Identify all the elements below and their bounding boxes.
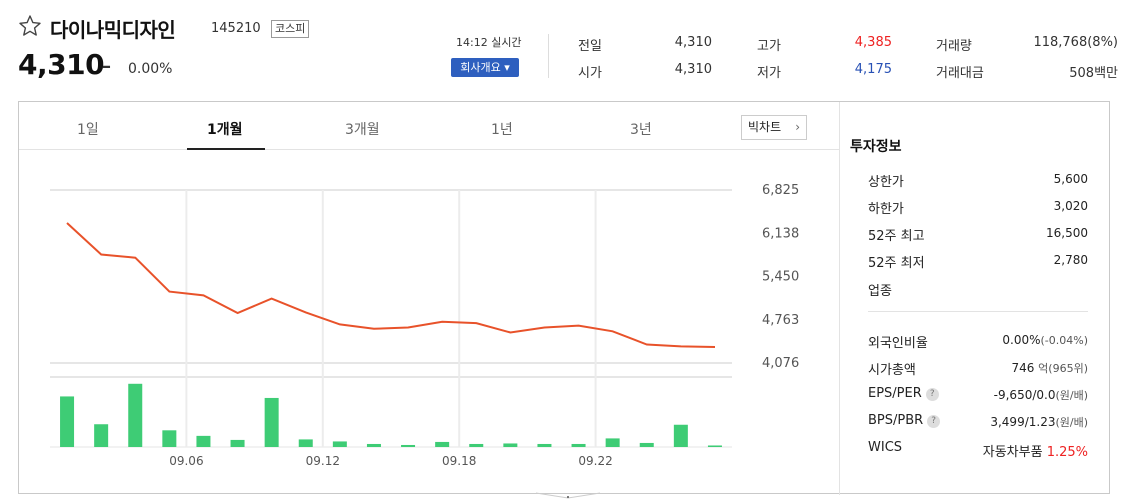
tab-1day[interactable]: 1일 [77,119,99,139]
upper-limit-value: 5,600 [1053,172,1088,186]
tab-1year[interactable]: 1년 [491,119,513,139]
bigchart-label: 빅차트 [748,120,782,134]
change-rate: 0.00% [128,61,173,77]
market-cap: 746 [1011,361,1035,375]
industry-label: 업종 [868,284,892,299]
tab-3month[interactable]: 3개월 [345,119,380,139]
wics-change: 1.25% [1046,445,1088,460]
foreign-ratio-label: 외국인비율 [868,336,928,351]
bps-pbr: 3,499/1.23 [990,415,1056,429]
bps-pbr-label: BPS/PBR? [868,413,941,428]
help-icon[interactable]: ? [925,388,939,401]
market-badge: 코스피 [271,20,310,38]
header-divider [548,34,549,78]
help-icon[interactable]: ? [927,415,941,428]
low-label: 저가 [757,66,781,81]
high-label: 고가 [757,39,781,54]
bps-pbr-value: 3,499/1.23(원/배) [940,414,1088,430]
volume-value: 118,768(8%) [1033,35,1118,50]
star-icon[interactable] [18,14,42,38]
wics-value: 자동차부품 1.25% [940,441,1088,460]
active-tab-underline [187,148,265,150]
chevron-right-icon: › [795,120,800,134]
tab-3year[interactable]: 3년 [630,119,652,139]
eps-per: -9,650/0.0 [993,388,1056,402]
w52-low-value: 2,780 [1053,253,1088,267]
company-overview-button[interactable]: 회사개요 ▾ [451,58,519,77]
volume-label: 거래량 [936,39,972,54]
stock-code: 145210 [211,21,261,36]
info-title: 투자정보 [850,139,902,155]
eps-per-unit: (원/배) [1055,389,1088,402]
wics-label: WICS [868,440,903,455]
tab-1month[interactable]: 1개월 [207,119,243,139]
lower-limit-label: 하한가 [868,202,904,217]
lower-limit-value: 3,020 [1053,199,1088,213]
eps-per-text: EPS/PER [868,386,922,401]
market-cap-label: 시가총액 [868,363,916,378]
market-cap-rank: 억(965위) [1038,362,1088,375]
low-value: 4,175 [854,62,892,77]
bigchart-button[interactable]: 빅차트 › [741,115,807,140]
prev-close-label: 전일 [578,39,602,54]
eps-per-value: -9,650/0.0(원/배) [940,387,1088,403]
open-value: 4,310 [674,62,712,77]
w52-high-value: 16,500 [1046,226,1088,240]
amount-value: 508백만 [1069,66,1118,81]
panel-divider [839,102,840,495]
foreign-ratio: 0.00% [1002,333,1041,347]
open-label: 시가 [578,66,602,81]
market-cap-value: 746 억(965위) [940,360,1088,376]
bps-pbr-unit: (원/배) [1055,416,1088,429]
w52-low-label: 52주 최저 [868,256,925,271]
upper-limit-label: 상한가 [868,175,904,190]
w52-high-label: 52주 최고 [868,229,925,244]
foreign-ratio-change: (-0.04%) [1040,334,1089,347]
bps-pbr-text: BPS/PBR [868,413,924,428]
period-tabs: 1일 1개월 3개월 1년 3년 빅차트 › [19,102,839,150]
high-value: 4,385 [854,35,892,50]
chart-panel: 1일 1개월 3개월 1년 3년 빅차트 › [18,101,1110,495]
realtime-label: 14:12 실시간 [456,36,522,49]
prev-close-value: 4,310 [674,35,712,50]
eps-per-label: EPS/PER? [868,386,939,401]
chevron-down-icon[interactable] [534,492,602,499]
info-divider [868,311,1088,312]
change-indicator: – [102,56,111,77]
stock-name: 다이나믹디자인 [50,18,176,42]
current-price: 4,310 [18,48,105,81]
wics-industry[interactable]: 자동차부품 [983,445,1043,460]
foreign-ratio-value: 0.00%(-0.04%) [940,333,1088,347]
amount-label: 거래대금 [936,66,984,81]
